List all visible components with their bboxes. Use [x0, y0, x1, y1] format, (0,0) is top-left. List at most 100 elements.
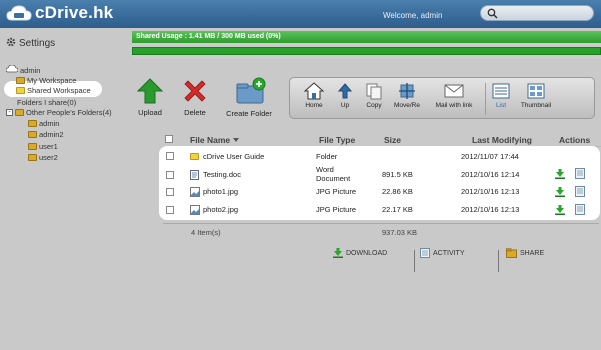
folder-icon	[15, 108, 24, 116]
file-name[interactable]: cDrive User Guide	[203, 152, 264, 161]
delete-x-icon	[184, 80, 206, 102]
modified-date: 2012/10/16 12:13	[461, 205, 520, 214]
up-button[interactable]: Up	[335, 82, 355, 109]
list-summary: 4 Item(s) 937.03 KB	[163, 223, 599, 238]
file-name[interactable]: photo1.jpg	[203, 187, 238, 196]
cloud-logo-icon	[6, 4, 32, 22]
home-button[interactable]: Home	[302, 82, 326, 109]
expand-minus-icon[interactable]: -	[6, 108, 13, 116]
tree-item-label: user2	[39, 152, 58, 162]
tree-item-other-peoples-folders[interactable]: - Other People's Folders(4)	[6, 107, 112, 117]
copy-button[interactable]: Copy	[363, 82, 385, 109]
header-size[interactable]: Size	[384, 135, 401, 145]
navigation-toolbox: Home Up Copy Move/Re Mail with link List…	[289, 77, 595, 119]
tree-item-shared-workspace[interactable]: Shared Workspace	[16, 85, 91, 95]
toolbar-divider	[485, 83, 486, 115]
move-label: Move/Re	[393, 102, 420, 109]
mail-label: Mail with link	[435, 102, 473, 109]
item-count: 4 Item(s)	[191, 228, 221, 237]
table-row[interactable]: photo1.jpg JPG Picture 22.86 KB 2012/10/…	[163, 184, 599, 201]
app-logo[interactable]: cDrive.hk	[6, 3, 113, 23]
tree-item-my-workspace[interactable]: My Workspace	[16, 75, 76, 85]
folder-icon	[28, 119, 37, 127]
modified-date: 2012/10/16 12:13	[461, 187, 520, 196]
row-checkbox[interactable]	[166, 171, 174, 179]
move-icon	[399, 83, 415, 99]
total-size: 937.03 KB	[382, 228, 418, 237]
file-type: Word	[316, 165, 334, 174]
image-file-icon	[190, 205, 200, 217]
file-type-line2: Document	[316, 174, 351, 183]
download-icon[interactable]	[555, 205, 565, 217]
create-folder-button[interactable]: Create Folder	[224, 77, 274, 118]
gear-icon	[6, 37, 16, 50]
file-details-icon[interactable]	[575, 204, 585, 217]
tree-item-label: My Workspace	[27, 75, 77, 85]
header-label: File Name	[190, 135, 231, 145]
list-view-icon	[492, 83, 510, 99]
share-action[interactable]: SHARE	[506, 248, 544, 258]
file-type: Folder	[316, 152, 338, 161]
tree-item-label: user1	[39, 141, 58, 151]
file-name[interactable]: photo2.jpg	[203, 205, 238, 214]
mail-with-link-button[interactable]: Mail with link	[430, 82, 478, 109]
top-bar: cDrive.hk Welcome, admin	[0, 0, 601, 28]
download-icon[interactable]	[555, 187, 565, 199]
image-file-icon	[190, 187, 200, 199]
file-size: 891.5 KB	[382, 170, 413, 179]
tree-item-user1[interactable]: user1	[28, 141, 58, 151]
select-all-checkbox[interactable]	[165, 135, 173, 143]
up-arrow-icon	[337, 83, 353, 99]
download-icon[interactable]	[555, 169, 565, 181]
header-file-type[interactable]: File Type	[319, 135, 355, 145]
upload-arrow-icon	[136, 78, 164, 104]
folder-icon	[16, 76, 25, 84]
file-type: JPG Picture	[316, 205, 357, 214]
table-header: File Name File Type Size Last Modifying …	[163, 133, 601, 147]
table-row[interactable]: Testing.doc Word Document 891.5 KB 2012/…	[163, 165, 599, 183]
activity-action[interactable]: ACTIVITY	[420, 248, 465, 258]
row-checkbox[interactable]	[166, 152, 174, 160]
table-row[interactable]: photo2.jpg JPG Picture 22.17 KB 2012/10/…	[163, 202, 599, 219]
move-rename-button[interactable]: Move/Re	[393, 82, 421, 109]
row-checkbox[interactable]	[166, 206, 174, 214]
app-title: cDrive.hk	[35, 3, 114, 22]
usage-bar: Shared Usage : 1.41 MB / 300 MB used (0%…	[132, 31, 601, 59]
create-folder-label: Create Folder	[226, 109, 272, 118]
delete-button[interactable]: Delete	[180, 78, 210, 117]
settings-link[interactable]: Settings	[6, 37, 55, 50]
copy-icon	[366, 83, 382, 100]
list-view-button[interactable]: List	[490, 82, 512, 109]
mail-icon	[444, 84, 464, 98]
action-divider	[414, 250, 415, 272]
tree-item-admin-root[interactable]: admin	[5, 64, 41, 75]
share-label: SHARE	[520, 249, 545, 257]
file-name[interactable]: Testing.doc	[203, 170, 241, 179]
thumbnail-view-button[interactable]: Thumbnail	[516, 82, 556, 109]
thumbnail-view-icon	[527, 83, 545, 99]
search-icon	[487, 8, 498, 21]
tree-item-user2[interactable]: user2	[28, 152, 58, 162]
upload-button[interactable]: Upload	[136, 78, 164, 117]
tree-item-label: admin	[20, 65, 41, 75]
new-folder-icon	[236, 77, 266, 104]
header-actions: Actions	[559, 135, 591, 145]
folder-icon	[28, 142, 37, 150]
search-input[interactable]	[480, 5, 594, 21]
folder-icon	[190, 153, 199, 160]
download-action[interactable]: DOWNLOAD	[333, 248, 387, 258]
folder-icon	[28, 153, 37, 161]
tree-item-admin2[interactable]: admin2	[28, 129, 64, 139]
folder-icon	[16, 86, 25, 94]
tree-item-label: admin2	[39, 129, 64, 139]
row-checkbox[interactable]	[166, 188, 174, 196]
header-file-name[interactable]: File Name	[190, 135, 239, 145]
file-details-icon[interactable]	[575, 186, 585, 199]
tree-item-admin[interactable]: admin	[28, 118, 59, 128]
tree-item-folders-i-share[interactable]: Folders I share(0)	[17, 97, 76, 107]
file-details-icon[interactable]	[575, 168, 585, 181]
copy-label: Copy	[366, 102, 382, 109]
tree-item-label: Folders I share(0)	[17, 97, 77, 107]
download-label: DOWNLOAD	[346, 249, 388, 257]
header-last-modifying[interactable]: Last Modifying	[472, 135, 532, 145]
